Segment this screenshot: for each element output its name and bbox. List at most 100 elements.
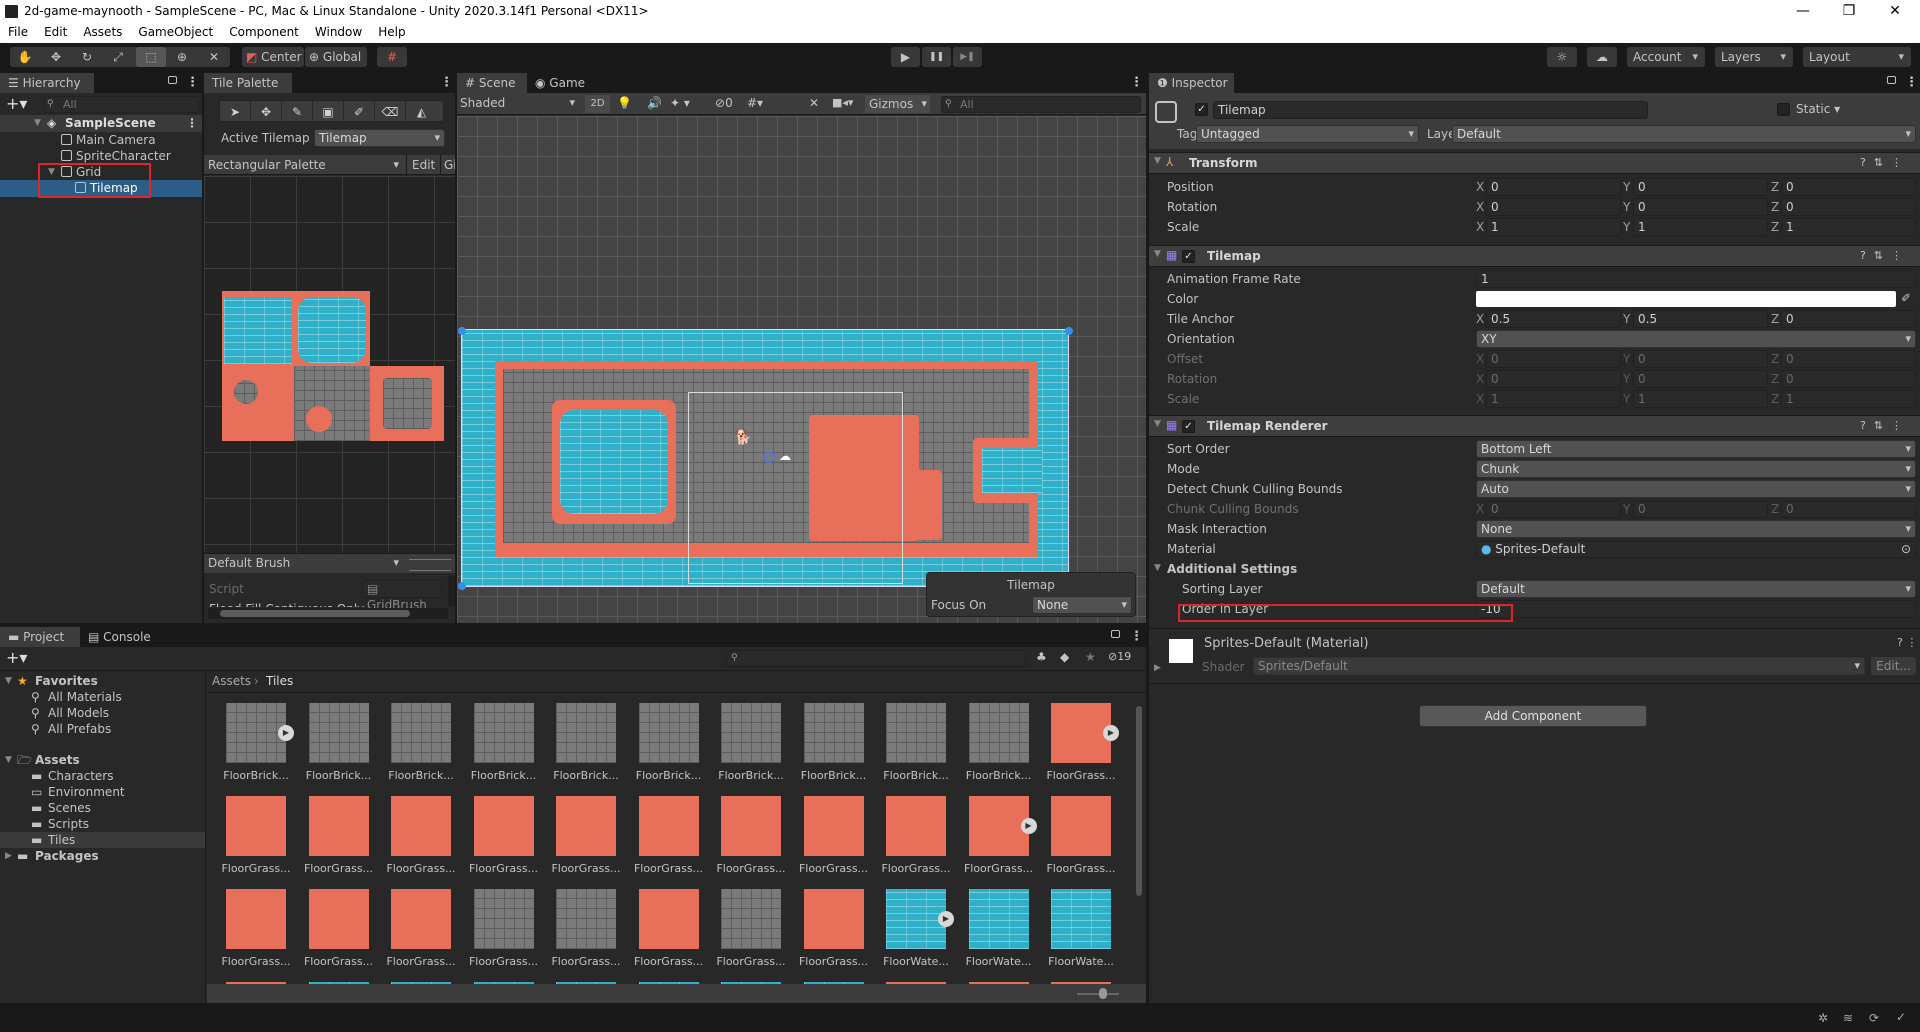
shading-mode-dropdown[interactable]: Shaded ▾ — [460, 96, 575, 110]
expand-arrow-icon[interactable]: ▶ — [5, 848, 12, 864]
eraser-icon[interactable]: ⌫ — [375, 101, 406, 123]
asset-thumbnail[interactable] — [556, 703, 616, 763]
cache-server-icon[interactable]: ≋ — [1843, 1011, 1853, 1025]
asset-thumbnail[interactable] — [803, 889, 864, 949]
move-tool-icon[interactable]: ✥ — [251, 101, 282, 123]
palette-tiles[interactable] — [218, 291, 444, 441]
tag-dropdown[interactable]: Untagged — [1196, 125, 1419, 143]
edit-palette-button[interactable]: Edit — [406, 155, 440, 175]
hierarchy-search-input[interactable]: All — [44, 96, 199, 113]
focus-on-dropdown[interactable]: None — [1032, 596, 1132, 614]
field-y[interactable]: 0 — [1633, 198, 1768, 216]
add-component-button[interactable]: Add Component — [1419, 705, 1647, 727]
transform-tool-icon[interactable]: ⊕ — [167, 47, 197, 67]
hierarchy-item-scene[interactable]: ▼ ◈ SampleScene ⋮ — [0, 115, 202, 132]
tilemap-enabled-checkbox[interactable]: ✓ — [1182, 250, 1195, 263]
field-z[interactable]: 0 — [1781, 198, 1916, 216]
pivot-center-button[interactable]: ◩ Center — [242, 47, 304, 67]
zoom-slider-track[interactable] — [1077, 993, 1119, 995]
packages-folder[interactable]: ▶ ▬ Packages — [0, 848, 205, 864]
tilemap-renderer-header[interactable]: ▼ ▦ ✓ Tilemap Renderer ?⇅⋮ — [1149, 415, 1920, 437]
field-x[interactable]: 0 — [1486, 178, 1621, 196]
tab-scene[interactable]: # Scene — [457, 73, 527, 93]
bounds-handle[interactable] — [458, 582, 466, 590]
hierarchy-item-grid[interactable]: ▼ Grid — [0, 164, 202, 180]
expand-arrow-icon[interactable]: ▼ — [5, 673, 12, 689]
asset-thumbnail[interactable] — [226, 703, 286, 763]
hand-tool-icon[interactable]: ✋ — [10, 47, 40, 67]
folder-item[interactable]: ▭ Environment — [0, 784, 205, 800]
favorite-item[interactable]: ⚲ All Materials — [0, 689, 205, 705]
asset-thumbnail[interactable] — [638, 796, 699, 856]
component-actions[interactable]: ?⇅⋮ — [1860, 419, 1910, 432]
pause-button[interactable]: ❚❚ — [922, 47, 951, 67]
assets-folder[interactable]: ▼ 🗁 Assets — [0, 752, 205, 768]
asset-thumbnail[interactable] — [638, 703, 699, 763]
asset-thumbnail[interactable] — [308, 703, 369, 763]
paint-brush-icon[interactable]: ✎ — [282, 101, 313, 123]
asset-thumbnail[interactable] — [556, 796, 616, 856]
audio-icon[interactable]: 🔊 — [647, 96, 662, 110]
lock-icon[interactable] — [1111, 630, 1120, 638]
breadcrumb-assets[interactable]: Assets — [212, 674, 251, 688]
pivot-global-button[interactable]: ⊕ Global — [305, 47, 367, 67]
lock-icon[interactable] — [1887, 76, 1896, 84]
menu-assets[interactable]: Assets — [75, 23, 130, 39]
lighting-icon[interactable]: 💡 — [617, 96, 632, 110]
grid-toggle-icon[interactable]: #▾ — [747, 96, 763, 110]
tab-hierarchy[interactable]: ☰ Hierarchy — [0, 73, 94, 93]
picker-icon[interactable]: ✐ — [344, 101, 375, 123]
asset-thumbnail[interactable] — [473, 889, 534, 949]
expand-arrow-icon[interactable]: ▶ — [1154, 663, 1161, 673]
asset-thumbnail[interactable] — [1051, 796, 1111, 856]
menu-help[interactable]: Help — [370, 23, 413, 39]
asset-thumbnail[interactable] — [556, 889, 616, 949]
field-z[interactable]: 1 — [1781, 218, 1916, 236]
search-by-label-icon[interactable]: ◆ — [1060, 650, 1069, 664]
asset-thumbnail[interactable] — [473, 703, 534, 763]
layout-dropdown[interactable]: Layout — [1803, 47, 1911, 67]
asset-thumbnail[interactable] — [308, 796, 369, 856]
palette-tile-brick-floor[interactable] — [294, 366, 370, 441]
minimize-button[interactable]: — — [1780, 0, 1826, 23]
more-options-icon[interactable]: ⋮ — [1130, 75, 1143, 90]
edit-shader-button[interactable]: Edit... — [1871, 657, 1916, 675]
folder-item-selected[interactable]: ▬ Tiles — [0, 832, 205, 848]
static-dropdown[interactable]: Static ▾ — [1796, 102, 1840, 116]
asset-thumbnail[interactable] — [226, 796, 286, 856]
field-z[interactable]: 0 — [1781, 178, 1916, 196]
expand-arrow-icon[interactable]: ▼ — [34, 115, 41, 131]
collapse-arrow-icon[interactable]: ▼ — [1154, 563, 1161, 573]
vertical-scrollbar[interactable] — [448, 576, 455, 606]
mode-dropdown[interactable]: Chunk — [1476, 460, 1916, 478]
collapse-arrow-icon[interactable]: ▼ — [1154, 419, 1161, 429]
lock-icon[interactable] — [168, 76, 177, 84]
component-actions[interactable]: ?⇅⋮ — [1860, 156, 1910, 169]
palette-tile-grass-square[interactable] — [370, 366, 444, 441]
menu-component[interactable]: Component — [221, 23, 307, 39]
scale-tool-icon[interactable]: ⤢ — [103, 47, 133, 67]
create-asset-button[interactable]: +▾ — [6, 648, 27, 667]
expand-sprite-icon[interactable]: ▶ — [938, 911, 954, 927]
asset-thumbnail[interactable] — [968, 703, 1029, 763]
material-actions[interactable]: ? ⋮ — [1897, 636, 1917, 649]
expand-sprite-icon[interactable]: ▶ — [278, 725, 294, 741]
debug-bug-icon[interactable]: ✲ — [1818, 1011, 1828, 1025]
palette-tile-grass-hole[interactable] — [222, 366, 294, 441]
rotate-tool-icon[interactable]: ↻ — [72, 47, 102, 67]
hidden-packages-toggle[interactable]: ⊘19 — [1108, 650, 1131, 663]
asset-thumbnail[interactable] — [308, 889, 369, 949]
active-tilemap-dropdown[interactable]: Tilemap — [314, 129, 445, 147]
static-checkbox[interactable] — [1777, 103, 1790, 116]
asset-thumbnail[interactable] — [721, 796, 781, 856]
component-actions[interactable]: ?⇅⋮ — [1860, 249, 1910, 262]
color-swatch[interactable] — [1476, 291, 1896, 307]
auto-refresh-icon[interactable]: ⟳ — [1869, 1011, 1879, 1025]
custom-tool-icon[interactable]: ✕ — [199, 47, 229, 67]
fill-bucket-icon[interactable]: ◭ — [406, 101, 437, 123]
camera-icon[interactable]: ■◂▾ — [832, 96, 853, 109]
asset-thumbnail[interactable] — [391, 796, 451, 856]
scrollbar-thumb[interactable] — [220, 610, 410, 617]
collapse-arrow-icon[interactable]: ▼ — [1154, 156, 1161, 166]
active-checkbox[interactable]: ✓ — [1195, 103, 1208, 116]
